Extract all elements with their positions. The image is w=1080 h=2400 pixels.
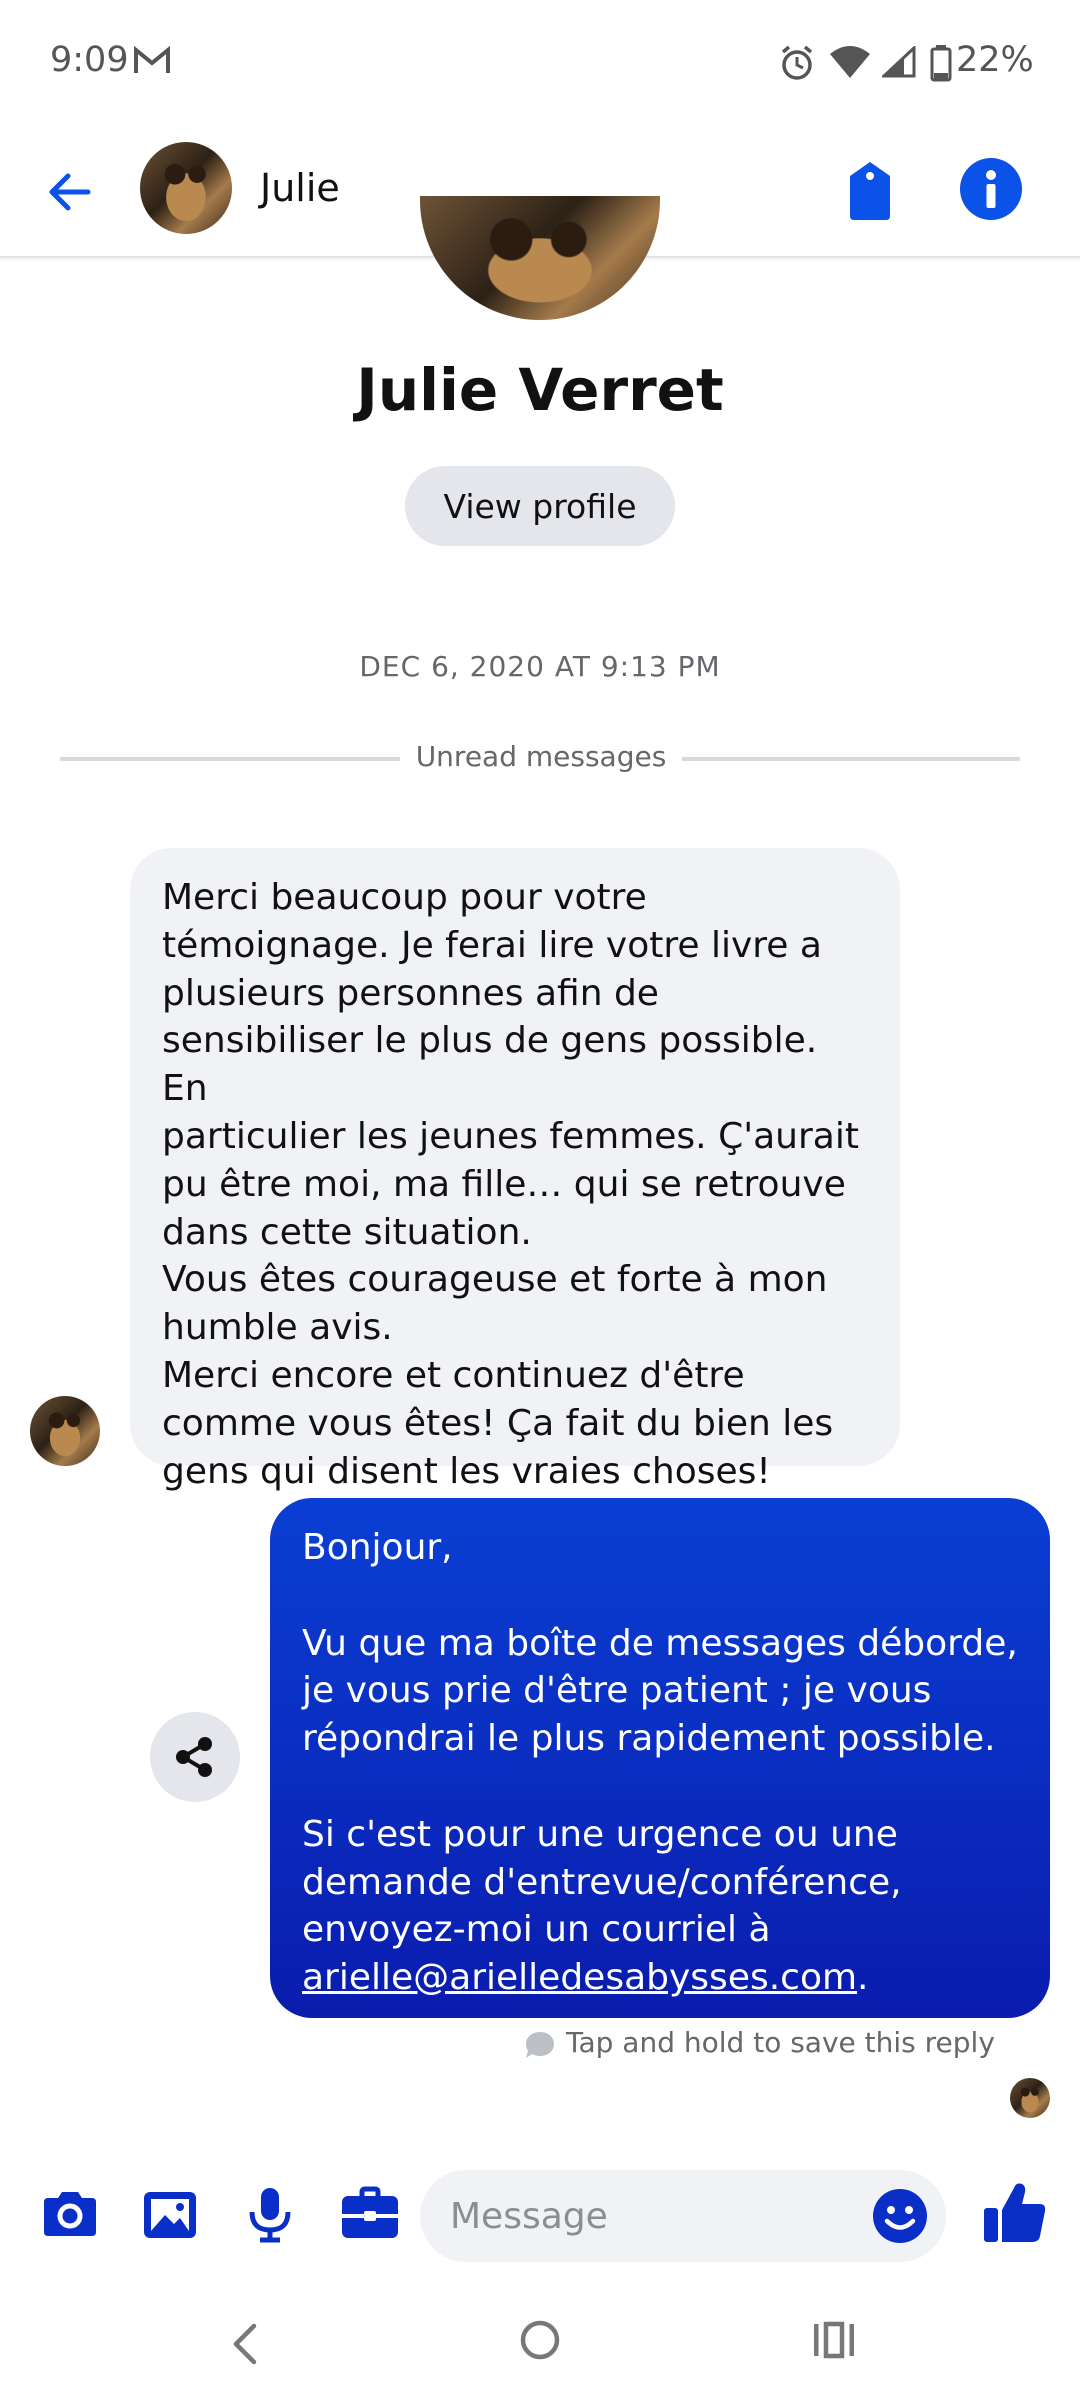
incoming-message-text: Merci beaucoup pour votre témoignage. Je… [162,877,859,1492]
incoming-message-bubble[interactable]: Merci beaucoup pour votre témoignage. Je… [130,848,900,1492]
nav-back-icon[interactable] [218,2316,274,2372]
back-arrow-icon[interactable] [40,162,100,222]
message-timestamp: DEC 6, 2020 AT 9:13 PM [359,650,721,683]
divider [60,757,400,761]
profile-full-name: Julie Verret [356,356,724,424]
tag-icon[interactable] [840,158,900,222]
outgoing-message-bubble[interactable]: Bonjour, Vu que ma boîte de messages déb… [270,1498,1050,2018]
nav-home-icon[interactable] [510,2310,570,2370]
profile-photo[interactable] [420,196,660,320]
save-reply-hint-text: Tap and hold to save this reply [566,2026,995,2059]
gallery-icon[interactable] [138,2182,202,2246]
divider [682,757,1020,761]
alarm-icon [781,45,813,80]
briefcase-icon[interactable] [338,2182,402,2246]
unread-messages-label: Unread messages [415,740,667,773]
info-icon[interactable] [958,156,1024,222]
thumbs-up-icon[interactable] [980,2178,1050,2248]
microphone-icon[interactable] [238,2182,302,2246]
save-reply-hint: Tap and hold to save this reply [566,2026,995,2059]
battery-icon [930,45,952,82]
view-profile-button[interactable]: View profile [405,466,675,546]
emoji-icon[interactable] [870,2186,930,2246]
email-link[interactable]: arielle@arielledesabysses.com [302,1957,857,1998]
battery-percent: 22% [956,40,1034,80]
contact-avatar[interactable] [140,142,232,234]
nav-recents-icon[interactable] [806,2312,862,2368]
gmail-icon [134,46,170,73]
share-button[interactable] [150,1712,240,1802]
outgoing-message-text: Bonjour, Vu que ma boîte de messages déb… [302,1524,1018,2002]
message-input[interactable] [420,2170,946,2262]
speech-bubble-icon [526,2032,554,2058]
outgoing-message-end: . [857,1957,869,1999]
status-time: 9:09 [50,40,129,80]
seen-indicator-avatar [1010,2078,1050,2118]
signal-icon [882,46,916,78]
outgoing-message-body: Bonjour, Vu que ma boîte de messages déb… [302,1527,1018,1951]
share-icon [176,1737,212,1777]
wifi-icon [830,46,870,78]
sender-avatar [30,1396,100,1466]
camera-icon[interactable] [38,2182,102,2246]
status-bar: 9:09 22% [0,0,1080,126]
contact-name[interactable]: Julie [260,166,340,210]
